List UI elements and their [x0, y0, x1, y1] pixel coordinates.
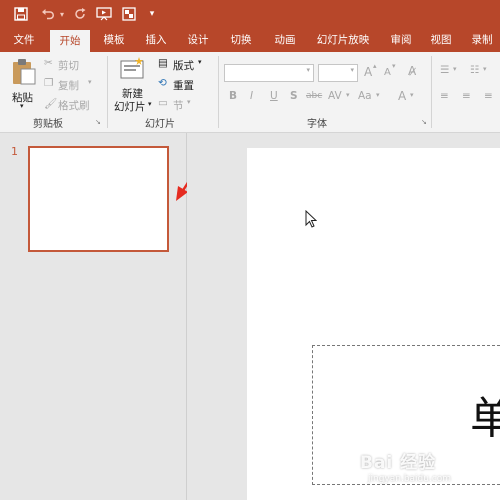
font-size-dropdown-icon: ▾ — [350, 66, 354, 74]
section-label: 节 — [173, 100, 184, 112]
slide-number: 1 — [11, 145, 18, 158]
align-right-icon[interactable]: ≡ — [484, 90, 493, 102]
section-dropdown-icon: ▾ — [187, 98, 191, 106]
ribbon-home: 粘贴 ▾ ✂ 剪切 ❐ 复制 ▾ 🖌 格式刷 剪贴板 ↘ 新建 幻灯片 ▾ ▤ … — [0, 52, 500, 133]
align-center-icon[interactable]: ≡ — [462, 90, 471, 102]
bullets-dropdown-icon: ▾ — [453, 65, 457, 73]
clear-formatting-icon[interactable]: A̷ — [408, 64, 416, 78]
brush-icon: 🖌 — [44, 98, 58, 110]
format-painter-button[interactable]: 🖌 格式刷 — [44, 97, 104, 113]
tab-review[interactable]: 审阅 — [382, 29, 420, 52]
group-divider — [218, 56, 219, 128]
tab-animations[interactable]: 动画 — [266, 29, 304, 52]
font-group-label: 字体 — [307, 119, 327, 130]
layout-dropdown-icon: ▾ — [198, 58, 202, 66]
clipboard-icon — [13, 59, 36, 85]
watermark-sub: jingyan.baidu.com — [368, 474, 452, 484]
tab-view[interactable]: 视图 — [424, 29, 458, 52]
slide-thumbnail-1[interactable] — [28, 146, 169, 252]
undo-icon[interactable] — [40, 5, 56, 23]
new-slide-label-2: 幻灯片 — [114, 101, 146, 113]
undo-dropdown-icon[interactable]: ▾ — [57, 5, 67, 23]
bold-button[interactable]: B — [229, 90, 237, 102]
font-launcher-icon[interactable]: ↘ — [421, 118, 427, 126]
spacing-dropdown-icon: ▾ — [346, 91, 350, 99]
clipboard-group-label: 剪贴板 — [33, 119, 63, 130]
tab-record[interactable]: 录制 — [464, 29, 500, 52]
clipboard-launcher-icon[interactable]: ↘ — [95, 118, 101, 126]
character-spacing-button[interactable]: AV — [328, 90, 342, 102]
font-name-combobox[interactable]: ▾ — [224, 64, 314, 82]
numbering-icon[interactable]: ☷ — [470, 64, 479, 76]
font-name-dropdown-icon: ▾ — [306, 66, 310, 74]
placeholder-text: 单 — [470, 393, 500, 444]
layout-label: 版式 — [173, 60, 194, 72]
new-slide-dropdown-icon: ▾ — [148, 100, 152, 108]
font-size-combobox[interactable]: ▾ — [318, 64, 358, 82]
align-left-icon[interactable]: ≡ — [440, 90, 449, 102]
title-bar: ▾ ▾ — [0, 0, 500, 29]
numbering-dropdown-icon: ▾ — [483, 65, 487, 73]
strikethrough-button[interactable]: abc — [306, 91, 322, 101]
text-shadow-button[interactable]: S — [290, 90, 298, 102]
underline-button[interactable]: U — [270, 90, 278, 102]
paste-dropdown-icon: ▾ — [20, 102, 24, 110]
ribbon-tab-bar: 文件 开始 模板 插入 设计 切换 动画 幻灯片放映 审阅 视图 录制 — [0, 29, 500, 52]
tab-home[interactable]: 开始 — [50, 30, 90, 52]
change-case-button[interactable]: Aa — [358, 90, 372, 102]
new-slide-icon — [120, 57, 144, 79]
watermark: Bai 经验 — [360, 453, 437, 473]
scissors-icon: ✂ — [44, 57, 53, 69]
bullets-icon[interactable]: ☰ — [440, 64, 449, 76]
grow-font-arrow-icon: ▴ — [373, 62, 377, 70]
case-dropdown-icon: ▾ — [376, 91, 380, 99]
shrink-font-button[interactable]: A — [384, 67, 391, 78]
customize-qat-icon[interactable]: ▾ — [146, 5, 158, 23]
save-icon[interactable] — [12, 5, 30, 23]
copy-label: 复制 — [58, 80, 79, 92]
tab-insert[interactable]: 插入 — [138, 29, 174, 52]
shrink-font-arrow-icon: ▾ — [392, 62, 396, 70]
touch-mode-icon[interactable] — [120, 5, 138, 23]
layout-button[interactable]: ▤ 版式 ▾ — [158, 57, 210, 73]
cut-label: 剪切 — [58, 60, 79, 72]
tab-slideshow[interactable]: 幻灯片放映 — [310, 29, 376, 52]
from-beginning-icon[interactable] — [95, 5, 113, 23]
tab-template[interactable]: 模板 — [96, 29, 132, 52]
copy-dropdown-icon: ▾ — [88, 78, 92, 86]
tab-transitions[interactable]: 切换 — [222, 29, 260, 52]
redo-icon[interactable] — [72, 5, 88, 23]
reset-icon: ⟲ — [158, 77, 167, 89]
group-divider — [107, 56, 108, 128]
reset-button[interactable]: ⟲ 重置 — [158, 77, 210, 93]
new-slide-button[interactable]: 新建 幻灯片 ▾ — [112, 57, 154, 115]
font-color-dropdown-icon: ▾ — [410, 91, 414, 99]
font-color-button[interactable]: A — [398, 89, 406, 103]
copy-button[interactable]: ❐ 复制 ▾ — [44, 77, 100, 93]
grow-font-button[interactable]: A — [364, 65, 372, 79]
cut-button[interactable]: ✂ 剪切 — [44, 57, 94, 73]
layout-icon: ▤ — [158, 57, 168, 69]
slides-group-label: 幻灯片 — [145, 119, 175, 130]
paste-button[interactable]: 粘贴 ▾ — [8, 58, 40, 110]
format-painter-label: 格式刷 — [58, 100, 90, 112]
reset-label: 重置 — [173, 80, 194, 92]
copy-icon: ❐ — [44, 77, 54, 89]
italic-button[interactable]: I — [250, 90, 253, 102]
tab-design[interactable]: 设计 — [180, 29, 216, 52]
group-divider — [431, 56, 432, 128]
section-icon: ▭ — [158, 97, 168, 109]
tab-file[interactable]: 文件 — [6, 29, 42, 52]
section-button[interactable]: ▭ 节 ▾ — [158, 97, 210, 113]
mouse-cursor-icon — [305, 210, 317, 228]
